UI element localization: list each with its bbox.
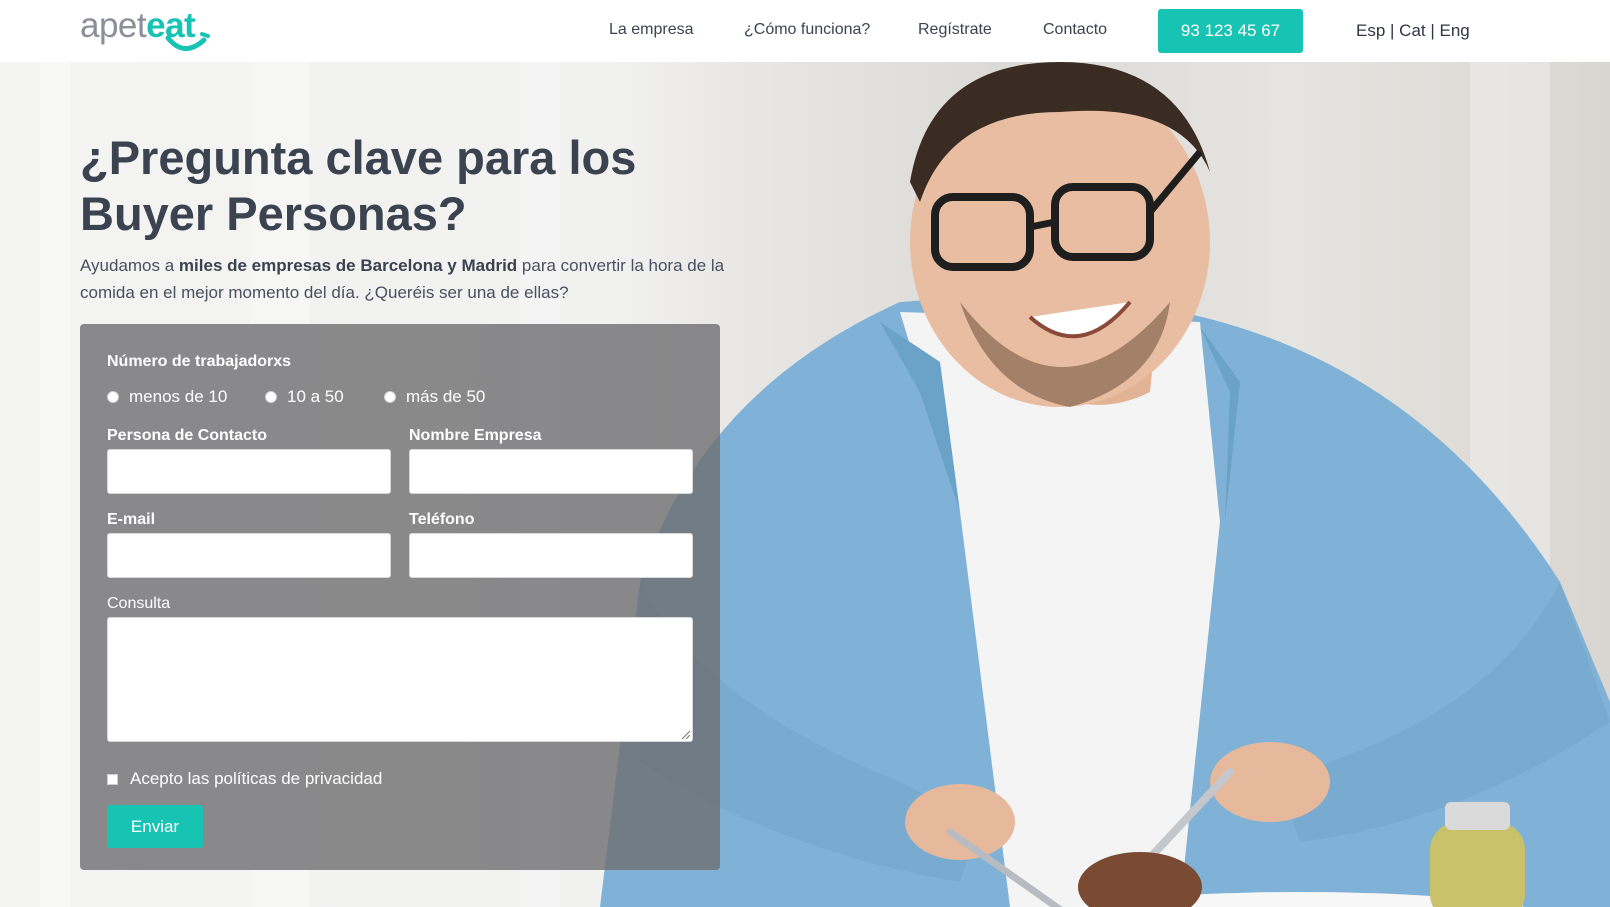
checkbox-icon[interactable] (107, 773, 118, 785)
workers-option-less-10-label: menos de 10 (129, 387, 228, 406)
radio-icon[interactable] (384, 391, 396, 403)
language-switcher: Esp | Cat | Eng (1356, 21, 1470, 41)
resize-handle-icon[interactable] (680, 729, 690, 739)
submit-button-label: Enviar (130, 816, 180, 836)
workers-option-more-50-label: más de 50 (406, 387, 486, 406)
phone-number: 93 123 45 67 (1180, 21, 1281, 40)
query-label: Consulta (107, 595, 171, 612)
workers-option-10-50-label: 10 a 50 (287, 387, 344, 406)
lang-esp[interactable]: Esp (1356, 21, 1385, 40)
lang-cat[interactable]: Cat (1399, 21, 1425, 40)
lang-separator: | (1385, 21, 1400, 40)
phone-label: Teléfono (409, 511, 475, 528)
privacy-checkbox[interactable]: Acepto las políticas de privacidad (107, 769, 382, 789)
logo-text-part1: apet (80, 6, 147, 45)
email-input[interactable] (107, 533, 391, 578)
intro-text-highlight: miles de empresas de Barcelona y Madrid (178, 256, 518, 275)
hero-section: ¿Pregunta clave para los Buyer Personas?… (0, 62, 1610, 907)
radio-icon[interactable] (107, 391, 119, 403)
nav-la-empresa[interactable]: La empresa (609, 21, 694, 39)
apeteat-logo[interactable]: apeteat (80, 6, 210, 54)
page-title: ¿Pregunta clave para los Buyer Personas? (80, 131, 637, 240)
radio-icon[interactable] (265, 391, 277, 403)
submit-button[interactable]: Enviar (107, 805, 203, 848)
privacy-checkbox-label: Acepto las políticas de privacidad (130, 769, 383, 788)
lang-separator: | (1425, 21, 1440, 40)
workers-option-less-10[interactable]: menos de 10 (107, 387, 227, 407)
email-label: E-mail (107, 511, 156, 528)
phone-button[interactable]: 93 123 45 67 (1158, 9, 1303, 53)
nav-contacto[interactable]: Contacto (1043, 21, 1107, 39)
phone-input[interactable] (409, 533, 693, 578)
lang-eng[interactable]: Eng (1440, 21, 1470, 40)
contact-person-input[interactable] (107, 449, 391, 494)
site-header: apeteat La empresa ¿Cómo funciona? Regís… (0, 0, 1610, 62)
logo-smile-icon (165, 32, 210, 51)
nav-registrate[interactable]: Regístrate (918, 21, 992, 39)
contact-form: Número de trabajadorxs menos de 10 10 a … (80, 324, 720, 870)
intro-text: Ayudamos a miles de empresas de Barcelon… (80, 252, 730, 306)
company-name-label: Nombre Empresa (409, 427, 542, 444)
query-textarea[interactable] (107, 617, 693, 742)
workers-option-10-50[interactable]: 10 a 50 (265, 387, 344, 407)
nav-como-funciona[interactable]: ¿Cómo funciona? (744, 21, 870, 39)
workers-count-label: Número de trabajadorxs (107, 353, 292, 370)
workers-option-more-50[interactable]: más de 50 (384, 387, 485, 407)
company-name-input[interactable] (409, 449, 693, 494)
contact-person-label: Persona de Contacto (107, 427, 268, 444)
intro-text-start: Ayudamos a (80, 256, 179, 275)
